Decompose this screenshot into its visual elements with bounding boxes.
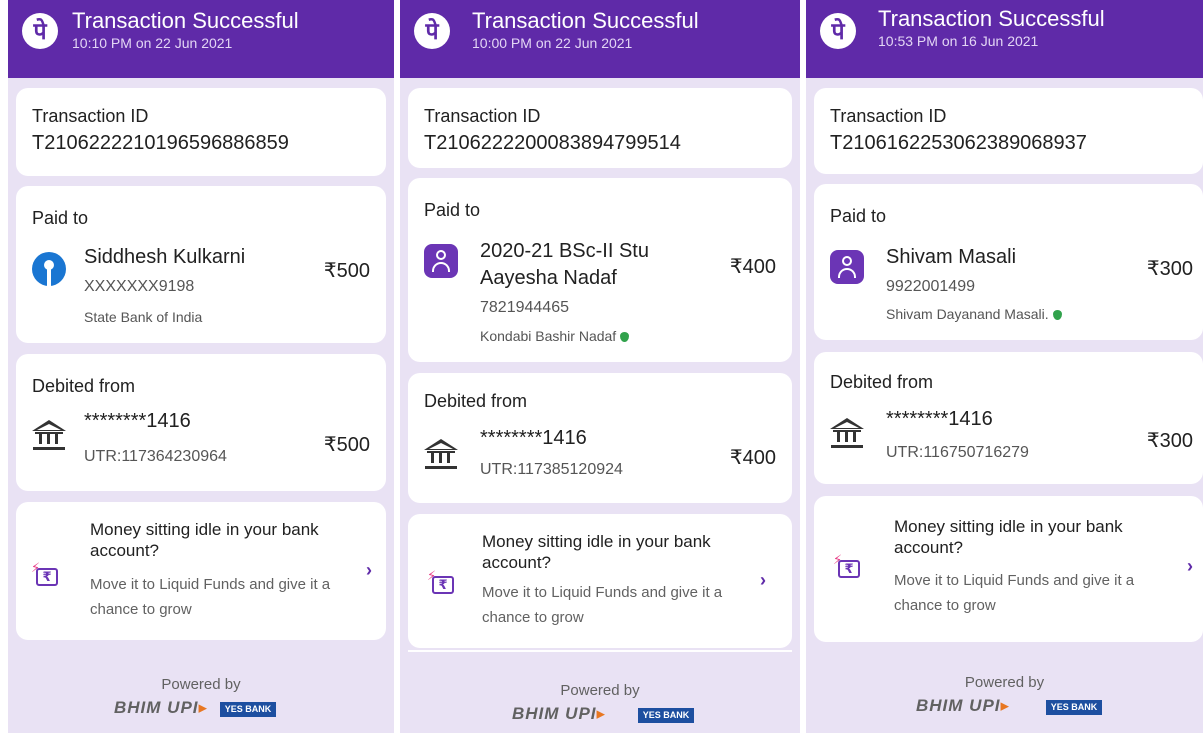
phonepe-logo-icon: पे [820,13,856,49]
divider [408,650,792,652]
debited-amount: ₹500 [323,434,370,456]
powered-by-label: Powered by [560,682,640,699]
phonepe-logo-icon: पे [414,13,450,49]
transaction-id-label: Transaction ID [32,106,149,126]
powered-by-label: Powered by [964,674,1045,691]
receipt-panel-2: पे Transaction Successful 10:00 PM on 22… [400,0,800,733]
header-datetime: 10:53 PM on 16 Jun 2021 [878,33,1039,49]
transaction-id-value: T2106222210196596886859 [32,132,289,154]
header-title: Transaction Successful [878,6,1105,31]
utr-number: UTR:117385120924 [480,461,623,478]
chevron-right-icon[interactable]: › [1187,556,1193,577]
payee-name-line1: 2020-21 BSc-II Stu [480,240,649,262]
debited-from-card[interactable]: Debited from ********1416 UTR:1167507162… [814,352,1203,484]
liquid-funds-icon: ⚡ ₹ [833,552,862,580]
debit-account: ********1416 [886,408,993,430]
debited-from-card[interactable]: Debited from ********1416 UTR:1173851209… [408,373,792,503]
verified-shield-icon [620,332,630,343]
chevron-right-icon[interactable]: › [366,560,372,581]
debit-account: ********1416 [480,427,587,449]
bank-icon [830,418,864,450]
payee-bank: State Bank of India [84,309,203,325]
header: पे Transaction Successful 10:10 PM on 22… [8,0,394,78]
header-datetime: 10:00 PM on 22 Jun 2021 [472,35,633,51]
bank-icon [32,420,66,452]
header-datetime: 10:10 PM on 22 Jun 2021 [72,35,233,51]
header: पे Transaction Successful 10:53 PM on 16… [806,0,1203,78]
paid-to-card[interactable]: Paid to Siddhesh Kulkarni XXXXXXX9198 St… [16,186,386,343]
transaction-id-value: T2106222200083894799514 [424,132,681,154]
paid-amount: ₹500 [323,260,370,282]
paid-amount: ₹300 [1146,258,1193,280]
promo-body: Move it to Liquid Funds and give it a ch… [90,576,331,618]
paid-to-label: Paid to [424,200,481,220]
debited-from-label: Debited from [424,391,528,411]
liquid-funds-icon: ⚡ ₹ [31,560,60,588]
payee-verified-name: Shivam Dayanand Masali. [886,306,1062,322]
debited-from-label: Debited from [830,372,934,392]
payee-verified-name: Kondabi Bashir Nadaf [480,328,630,344]
phonepe-logo-icon: पे [22,13,58,49]
paid-amount: ₹400 [729,256,776,278]
payee-account: XXXXXXX9198 [84,278,195,295]
yes-bank-logo: YES BANK [1046,700,1102,715]
debit-account: ********1416 [84,410,191,432]
liquid-funds-promo[interactable]: ⚡ ₹ Money sitting idle in your bank accou… [814,496,1203,642]
verified-shield-icon [1052,310,1062,321]
paid-to-label: Paid to [32,208,89,228]
yes-bank-logo: YES BANK [638,708,694,723]
paid-to-label: Paid to [830,206,887,226]
transaction-id-value: T2106162253062389068937 [830,132,1087,154]
bhim-upi-logo: BHIM UPI▸ [916,696,1011,715]
header: पे Transaction Successful 10:00 PM on 22… [400,0,800,78]
transaction-id-card[interactable]: Transaction ID T2106162253062389068937 [814,88,1203,174]
paid-to-card[interactable]: Paid to Shivam Masali 9922001499 Shivam … [814,184,1203,340]
debited-amount: ₹300 [1146,430,1193,452]
liquid-funds-promo[interactable]: ⚡ ₹ Money sitting idle in your bank accou… [408,514,792,648]
receipt-panel-3: पे Transaction Successful 10:53 PM on 16… [806,0,1203,733]
utr-number: UTR:117364230964 [84,448,227,465]
promo-body: Move it to Liquid Funds and give it a ch… [894,572,1135,614]
payee-name: Siddhesh Kulkarni [84,246,246,268]
debited-from-card[interactable]: Debited from ********1416 UTR:1173642309… [16,354,386,491]
payee-phone: 7821944465 [480,299,569,316]
transaction-id-card[interactable]: Transaction ID T2106222200083894799514 [408,88,792,168]
promo-title: Money sitting idle in your bank account? [482,532,711,572]
payee-name: Shivam Masali [886,246,1017,268]
transaction-id-label: Transaction ID [424,106,541,126]
bank-icon [424,439,458,471]
header-title: Transaction Successful [472,8,699,33]
chevron-right-icon[interactable]: › [760,570,766,591]
liquid-funds-promo[interactable]: ⚡ ₹ Money sitting idle in your bank accou… [16,502,386,640]
powered-by-label: Powered by [161,676,241,693]
sbi-icon [32,252,66,286]
promo-body: Move it to Liquid Funds and give it a ch… [482,584,723,626]
user-icon [424,244,458,278]
receipt-panel-1: पे Transaction Successful 10:10 PM on 22… [8,0,394,733]
bhim-upi-logo: BHIM UPI▸ [114,698,209,717]
debited-amount: ₹400 [729,447,776,469]
payee-name-line2: Aayesha Nadaf [480,267,617,289]
header-title: Transaction Successful [72,8,299,33]
bhim-upi-logo: BHIM UPI▸ [512,704,607,723]
yes-bank-logo: YES BANK [220,702,276,717]
promo-title: Money sitting idle in your bank account? [90,520,319,560]
paid-to-card[interactable]: Paid to 2020-21 BSc-II Stu Aayesha Nadaf… [408,178,792,362]
utr-number: UTR:116750716279 [886,444,1029,461]
promo-title: Money sitting idle in your bank account? [894,517,1123,557]
payee-phone: 9922001499 [886,278,975,295]
debited-from-label: Debited from [32,376,136,396]
user-icon [830,250,864,284]
transaction-id-label: Transaction ID [830,106,947,126]
transaction-id-card[interactable]: Transaction ID T2106222210196596886859 [16,88,386,176]
liquid-funds-icon: ⚡ ₹ [427,568,456,596]
